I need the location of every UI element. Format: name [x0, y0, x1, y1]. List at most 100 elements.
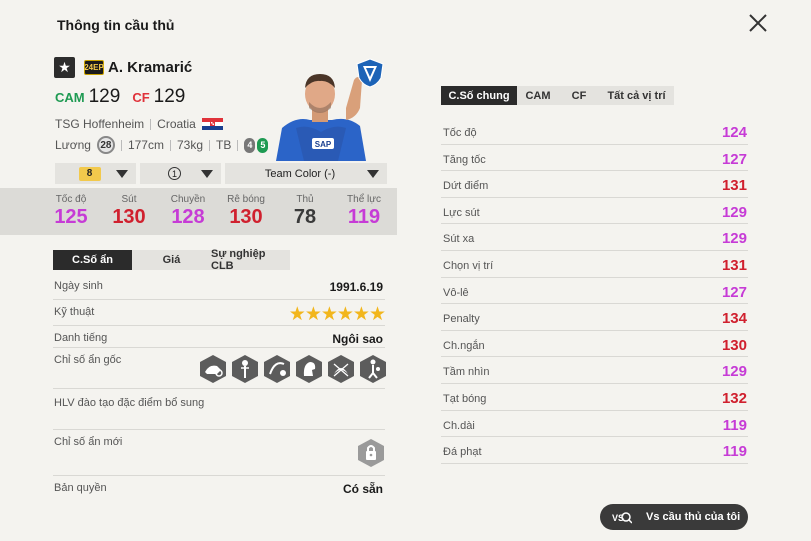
- stat-label: Thể lực: [347, 194, 381, 205]
- level-dropdown[interactable]: 8: [55, 163, 136, 184]
- attribute-value: 127: [721, 283, 747, 301]
- favorite-star-icon[interactable]: ★: [54, 57, 75, 78]
- player-info-row: Lương 28 177cm 73kg TB 4 5: [55, 136, 269, 154]
- stat-label: Sút: [121, 194, 137, 205]
- birth-label: Ngày sinh: [54, 280, 103, 292]
- tab-hidden-stats[interactable]: C.Số ẩn: [53, 250, 132, 270]
- attribute-row: Vô-lê 127: [441, 278, 748, 305]
- attribute-value: 129: [721, 203, 747, 221]
- birth-value: 1991.6.19: [329, 280, 383, 294]
- attribute-row: Ch.dài 119: [441, 411, 748, 438]
- attribute-row: Ch.ngắn 130: [441, 331, 748, 358]
- power-header-icon[interactable]: [231, 354, 259, 384]
- attribute-value: 127: [721, 150, 747, 168]
- attribute-label: Tăng tốc: [443, 153, 486, 166]
- body-type: TB: [216, 138, 232, 152]
- attribute-value: 119: [722, 416, 747, 434]
- attribute-value: 129: [721, 230, 747, 248]
- attribute-row: Đá phạt 119: [441, 437, 748, 464]
- stat-label: Tốc độ: [55, 194, 87, 205]
- chevron-down-icon: [366, 169, 379, 178]
- tab-all-positions[interactable]: Tất cả vị trí: [599, 86, 674, 105]
- chevron-down-icon: [201, 169, 213, 178]
- divider: [237, 139, 239, 151]
- attribute-label: Sút xa: [443, 233, 475, 246]
- position-rating: 129: [88, 86, 121, 107]
- divider: [150, 118, 152, 130]
- attribute-value: 129: [721, 363, 747, 381]
- finesse-shot-icon[interactable]: [263, 354, 291, 384]
- rights-value: Có sẵn: [342, 482, 383, 496]
- team-color-dropdown[interactable]: Team Color (-): [225, 163, 387, 184]
- tab-cam[interactable]: CAM: [517, 86, 559, 105]
- long-shot-taker-icon[interactable]: [199, 354, 227, 384]
- attribute-row: Lực sút 129: [441, 198, 748, 225]
- skill-stars: ★★★★★★: [288, 304, 386, 325]
- coach-traits-label: HLV đào tạo đặc điểm bổ sung: [54, 397, 205, 409]
- attribute-value: 131: [721, 177, 747, 195]
- traits-label: Chỉ số ẩn gốc: [54, 354, 122, 366]
- reputation-value: Ngôi sao: [332, 332, 383, 346]
- stat-label: Thủ: [296, 194, 314, 205]
- summary-stat: Thủ 78: [275, 194, 335, 229]
- skill-row: Kỹ thuật ★★★★★★: [53, 300, 386, 326]
- season-badge: 24EP: [84, 60, 104, 75]
- player-portrait: SAP: [276, 74, 366, 161]
- chevron-down-icon: [116, 169, 128, 178]
- club-logo-icon: [356, 58, 384, 88]
- attribute-row: Tăng tốc 127: [441, 145, 748, 172]
- attribute-label: Vô-lê: [443, 286, 469, 299]
- stat-label: Rê bóng: [227, 194, 265, 205]
- new-traits-row: Chỉ số ẩn mới: [53, 430, 385, 476]
- page-title: Thông tin cầu thủ: [57, 17, 175, 33]
- stat-value: 128: [171, 206, 205, 228]
- level-badge: 8: [78, 166, 101, 181]
- attribute-value: 124: [721, 124, 747, 141]
- attribute-label: Penalty: [443, 313, 480, 326]
- attribute-label: Dứt điểm: [443, 180, 489, 193]
- attribute-value: 134: [721, 310, 747, 328]
- summary-stat: Chuyền 128: [158, 194, 218, 229]
- attribute-label: Ch.ngắn: [443, 339, 485, 352]
- compare-my-player-button[interactable]: VS Vs cầu thủ của tôi: [600, 504, 748, 530]
- slot-dropdown[interactable]: 1: [140, 163, 221, 184]
- attribute-row: Penalty 134: [441, 304, 748, 331]
- flair-icon[interactable]: [327, 354, 355, 384]
- nation-name: Croatia: [157, 117, 196, 131]
- tab-general-stats[interactable]: C.Số chung: [441, 86, 517, 105]
- stat-value: 130: [229, 206, 263, 228]
- stat-value: 125: [54, 206, 88, 228]
- salary-label: Lương: [55, 138, 91, 152]
- stat-value: 119: [347, 206, 381, 228]
- position-label: CF: [132, 90, 150, 105]
- attribute-value: 132: [721, 390, 747, 407]
- position-ratings: CAM 129 CF 129: [55, 86, 185, 108]
- rights-row: Bản quyền Có sẵn: [53, 476, 385, 500]
- summary-stat: Rê bóng 130: [216, 194, 276, 229]
- attribute-label: Lực sút: [443, 206, 480, 219]
- playmaker-icon[interactable]: [295, 354, 323, 384]
- tab-price[interactable]: Giá: [132, 250, 211, 270]
- jersey-sponsor: SAP: [315, 140, 332, 149]
- coach-traits-row: HLV đào tạo đặc điểm bổ sung: [53, 389, 385, 430]
- divider: [209, 139, 210, 151]
- player-name: A. Kramarić: [108, 59, 193, 76]
- attribute-row: Sút xa 129: [441, 224, 748, 251]
- compare-search-icon: VS: [612, 512, 632, 524]
- rights-label: Bản quyền: [54, 482, 107, 494]
- trait-icons: [199, 354, 387, 384]
- chip-shot-icon[interactable]: [359, 354, 387, 384]
- tab-club-career[interactable]: Sự nghiệp CLB: [211, 248, 290, 272]
- right-tab-bar: C.Số chung CAM CF Tất cả vị trí: [441, 86, 674, 105]
- position-label: CAM: [55, 90, 85, 105]
- close-icon[interactable]: [747, 12, 769, 34]
- croatia-flag-icon: [201, 118, 223, 130]
- club-name: TSG Hoffenheim: [55, 117, 145, 131]
- new-traits-label: Chỉ số ẩn mới: [54, 436, 123, 448]
- attribute-row: Dứt điểm 131: [441, 171, 748, 198]
- stat-value: 78: [293, 206, 317, 228]
- summary-stat: Tốc độ 125: [41, 194, 101, 229]
- tab-cf[interactable]: CF: [559, 86, 599, 105]
- attribute-label: Đá phạt: [443, 446, 482, 459]
- attribute-value: 131: [721, 257, 747, 274]
